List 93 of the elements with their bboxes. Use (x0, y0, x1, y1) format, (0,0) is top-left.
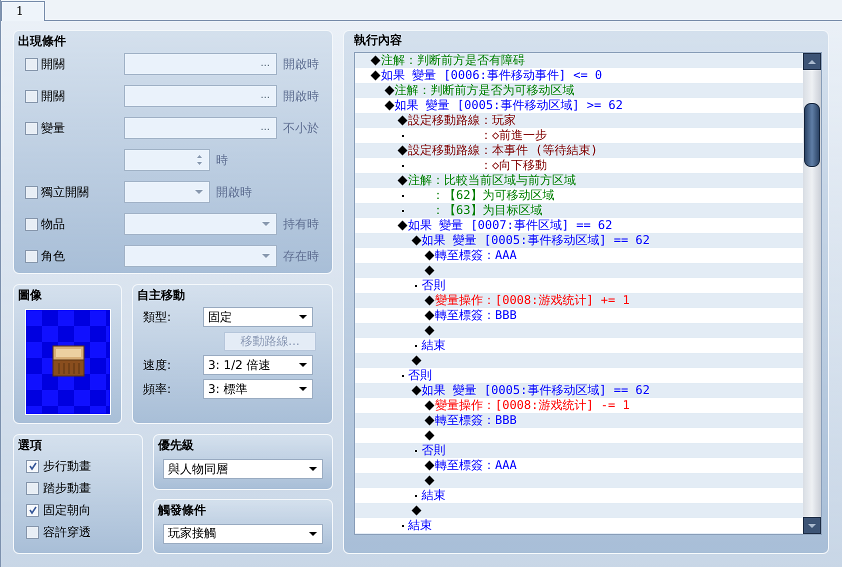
command-text[interactable]: ：【63】为目标区域 (432, 203, 542, 218)
command-text[interactable]: 設定移動路線：本事件 (等待結束) (408, 143, 598, 158)
condition-suffix: 開啟時 (283, 88, 319, 104)
command-text[interactable]: 轉至標簽：AAA (435, 248, 517, 263)
checkbox-label: 獨立開關 (41, 184, 89, 200)
checkbox-label: 固定朝向 (43, 502, 91, 518)
caret-icon[interactable] (195, 190, 203, 194)
command-text[interactable]: 如果 變量 [0005:事件移动区域] == 62 (422, 383, 650, 398)
command-text[interactable]: ：◇向下移動 (480, 158, 548, 173)
input-field[interactable]: ... (124, 117, 277, 139)
checkbox[interactable] (26, 504, 39, 516)
panel-title: 出現條件 (18, 34, 67, 49)
condition-suffix: 持有時 (283, 216, 319, 232)
command-text[interactable]: ：【62】为可移动区域 (432, 188, 554, 203)
command-text[interactable]: 如果 變量 [0007:事件区域] == 62 (408, 218, 612, 233)
priority-dropdown[interactable]: 與人物同層 (163, 459, 323, 479)
checkbox[interactable] (25, 186, 38, 198)
condition-suffix: 存在時 (283, 248, 319, 264)
down-arrow-icon (808, 524, 816, 528)
command-text[interactable]: 如果 變量 [0006:事件移动事件] <= 0 (381, 68, 602, 83)
command-text[interactable]: 否則 (408, 368, 432, 383)
browse-button[interactable]: ... (260, 123, 270, 133)
caret-icon (299, 315, 307, 319)
command-text[interactable]: 注解：判断前方是否有障碍 (381, 53, 525, 68)
browse-button[interactable]: ... (260, 59, 270, 69)
checkbox[interactable] (26, 526, 39, 538)
condition-suffix: 不小於 (283, 120, 319, 136)
caret-icon (309, 467, 317, 471)
checkbox-label: 踏步動畫 (43, 480, 91, 496)
panel-title: 選項 (18, 438, 43, 453)
field-label: 速度: (143, 356, 172, 374)
command-text[interactable]: 設定移動路線：玩家 (408, 113, 516, 128)
browse-button[interactable]: ... (260, 91, 270, 101)
checkbox-label: 容許穿透 (43, 524, 91, 540)
command-text[interactable]: 否則 (422, 278, 446, 293)
field-label: 類型: (143, 308, 172, 326)
checkbox-label: 物品 (41, 216, 65, 232)
command-text[interactable]: 轉至標簽：BBB (435, 413, 517, 428)
command-text[interactable]: 結束 (408, 518, 432, 533)
frequency-dropdown[interactable]: 3: 標準 (203, 379, 313, 399)
command-text[interactable]: 變量操作：[0008:游戏统计] -= 1 (435, 398, 630, 413)
caret-icon[interactable] (262, 254, 270, 258)
command-text[interactable]: 否則 (422, 443, 446, 458)
panel-title: 自主移動 (137, 288, 186, 303)
input-field[interactable] (124, 149, 210, 171)
type-dropdown[interactable]: 固定 (203, 307, 313, 327)
checkbox-label: 開關 (41, 88, 65, 104)
scrollbar[interactable] (803, 53, 821, 534)
checkbox-label: 變量 (41, 120, 65, 136)
scroll-up-button[interactable] (803, 53, 821, 70)
panel-title: 圖像 (18, 288, 43, 303)
checkbox[interactable] (26, 482, 39, 494)
checkbox[interactable] (26, 460, 39, 472)
command-text[interactable]: 轉至標簽：AAA (435, 458, 517, 473)
command-text[interactable]: 如果 變量 [0005:事件移动区域] >= 62 (394, 98, 623, 113)
input-field[interactable] (124, 213, 277, 235)
input-field[interactable] (124, 245, 277, 267)
caret-icon (299, 387, 307, 391)
command-text[interactable]: 如果 變量 [0005:事件移动区域] == 62 (422, 233, 650, 248)
checkbox-label: 開關 (41, 56, 65, 72)
checkbox[interactable] (25, 250, 38, 262)
input-field[interactable] (124, 181, 210, 203)
up-arrow-icon (808, 60, 816, 64)
checkbox[interactable] (25, 90, 38, 102)
caret-icon[interactable] (262, 222, 270, 226)
panel-title: 執行內容 (354, 33, 403, 48)
panel-title: 優先級 (158, 438, 195, 453)
panel-title: 觸發條件 (158, 502, 207, 518)
spinner-arrows-icon[interactable] (196, 153, 203, 167)
trigger-dropdown[interactable]: 玩家接觸 (163, 524, 323, 544)
condition-suffix: 時 (216, 152, 228, 168)
caret-icon (309, 532, 317, 536)
command-text[interactable]: ：◇前進一步 (480, 128, 548, 143)
command-text[interactable]: 轉至標簽：BBB (435, 308, 517, 323)
input-field[interactable]: ... (124, 53, 277, 75)
condition-suffix: 開啟時 (283, 56, 319, 72)
caret-icon (299, 363, 307, 367)
checkbox-label: 角色 (41, 248, 65, 264)
command-text[interactable]: 結束 (422, 488, 446, 503)
checkbox[interactable] (25, 58, 38, 70)
checkbox[interactable] (25, 218, 38, 230)
scroll-thumb[interactable] (804, 103, 820, 167)
scroll-down-button[interactable] (803, 517, 821, 534)
input-field[interactable]: ... (124, 85, 277, 107)
field-label: 頻率: (143, 380, 172, 398)
tab[interactable]: 1 (1, 1, 45, 21)
command-text[interactable]: 注解：判断前方是否为可移动区域 (394, 83, 574, 98)
command-text[interactable]: 結束 (422, 338, 446, 353)
condition-suffix: 開啟時 (216, 184, 252, 200)
checkbox-label: 步行動畫 (43, 458, 91, 474)
speed-dropdown[interactable]: 3: 1/2 倍速 (203, 355, 313, 375)
checkbox[interactable] (25, 122, 38, 134)
command-text[interactable]: 注解：比較当前区域与前方区域 (408, 173, 576, 188)
